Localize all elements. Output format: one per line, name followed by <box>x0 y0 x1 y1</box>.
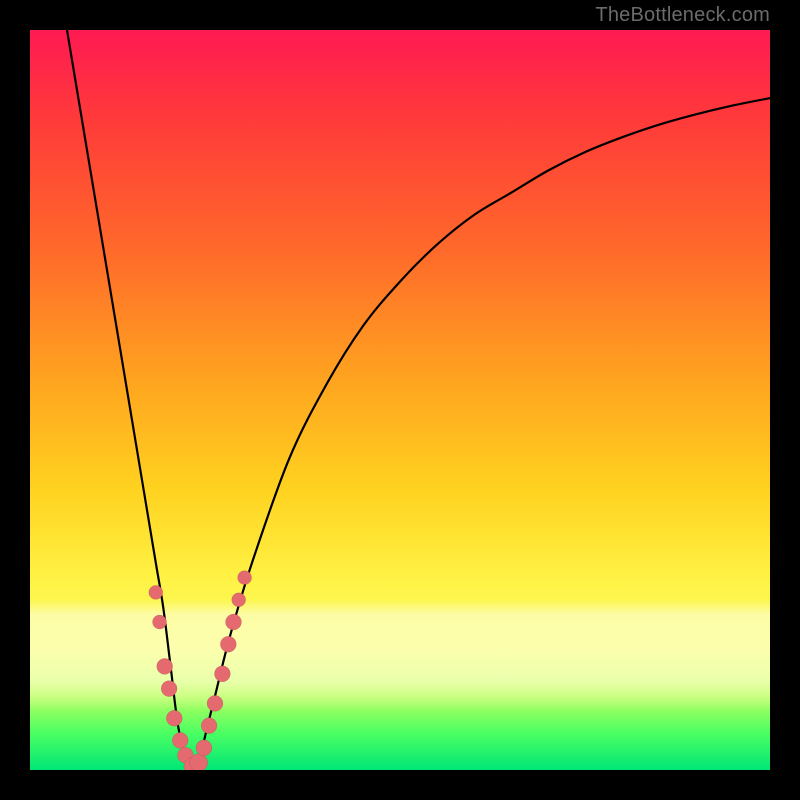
highlight-dots-group <box>149 571 252 770</box>
highlight-dot <box>196 740 212 756</box>
highlight-dot <box>166 710 182 726</box>
highlight-dot <box>226 614 242 630</box>
highlight-dot <box>157 658 173 674</box>
highlight-dot <box>232 593 246 607</box>
highlight-dot <box>238 571 252 585</box>
plot-area <box>30 30 770 770</box>
highlight-dot <box>149 585 163 599</box>
highlight-dot <box>172 732 188 748</box>
bottleneck-curve <box>67 30 770 770</box>
highlight-dot <box>220 636 236 652</box>
highlight-dot <box>201 718 217 734</box>
watermark-text: TheBottleneck.com <box>595 4 770 27</box>
highlight-dot <box>207 695 223 711</box>
highlight-dot <box>190 754 208 770</box>
highlight-dot <box>153 615 167 629</box>
chart-svg <box>30 30 770 770</box>
highlight-dot <box>161 681 177 697</box>
chart-frame: TheBottleneck.com <box>0 0 800 800</box>
highlight-dot <box>214 666 230 682</box>
